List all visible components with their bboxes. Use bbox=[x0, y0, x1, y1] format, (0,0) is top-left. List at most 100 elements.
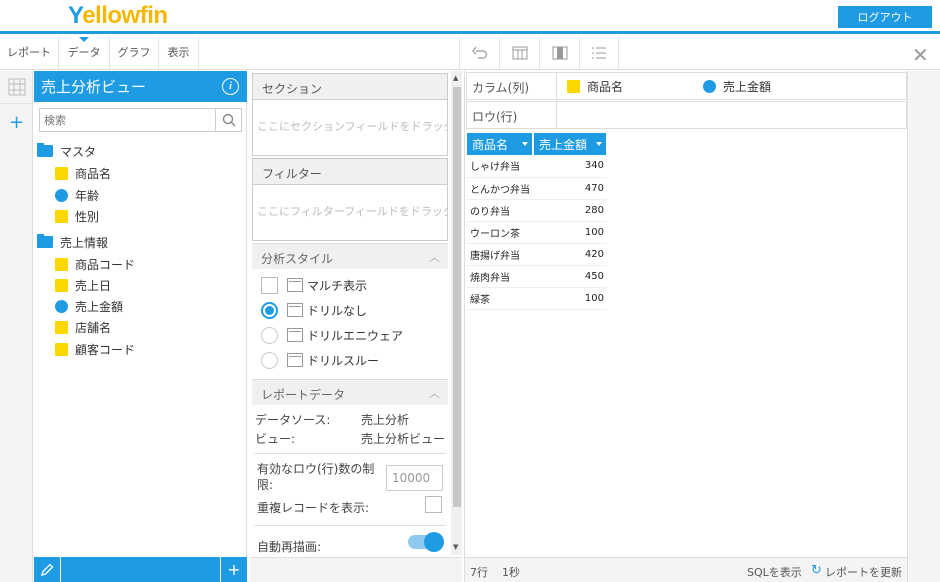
report-table: 商品名 売上金額 しゃけ弁当 340 とんかつ弁当 470 のり弁当 280 ウーロン… bbox=[467, 133, 608, 310]
grid-view-icon[interactable] bbox=[0, 71, 33, 104]
folder-icon bbox=[37, 234, 53, 248]
drill-through-label: ドリルスルー bbox=[307, 353, 380, 368]
edit-icon[interactable] bbox=[34, 557, 61, 582]
tab-data[interactable]: データ bbox=[59, 37, 110, 69]
info-icon[interactable]: i bbox=[222, 78, 239, 95]
table-row[interactable]: 唐揚げ弁当 420 bbox=[467, 243, 607, 266]
column-chip-sales-amount[interactable]: 売上金額 bbox=[703, 78, 771, 95]
multi-display-checkbox[interactable] bbox=[261, 276, 278, 294]
elapsed-time: 1秒 bbox=[502, 566, 520, 579]
field-item-sales-date[interactable]: 売上日 bbox=[55, 275, 111, 295]
dimension-icon bbox=[55, 166, 68, 180]
dropdown-caret-icon[interactable] bbox=[596, 142, 602, 146]
field-item-sales-amount[interactable]: 売上金額 bbox=[55, 296, 123, 316]
column-header-label: 商品名 bbox=[472, 137, 509, 152]
filter-dropzone[interactable]: ここにフィルターフィールドをドラッグ bbox=[252, 185, 448, 241]
report-data-label: レポートデータ bbox=[261, 388, 346, 402]
logout-button[interactable]: ログアウト bbox=[838, 6, 932, 28]
field-item-age[interactable]: 年齢 bbox=[55, 185, 99, 205]
table-row[interactable]: ウーロン茶 100 bbox=[467, 221, 607, 244]
drill-none-option[interactable]: ドリルなし bbox=[261, 300, 367, 320]
field-label: 性別 bbox=[75, 209, 100, 224]
close-icon[interactable]: ✕ bbox=[912, 43, 929, 67]
table-cell: 420 bbox=[533, 243, 607, 266]
table-row[interactable]: とんかつ弁当 470 bbox=[467, 177, 607, 200]
scroll-down-icon[interactable]: ▼ bbox=[453, 543, 458, 551]
table-layout-icon[interactable] bbox=[499, 37, 539, 69]
folder-label: マスタ bbox=[60, 144, 97, 159]
section-dropzone[interactable]: ここにセクションフィールドをドラッグ bbox=[252, 100, 448, 156]
config-scrollbar[interactable]: ▲ ▼ bbox=[451, 71, 462, 555]
dimension-icon bbox=[55, 320, 68, 334]
auto-redraw-toggle[interactable] bbox=[408, 532, 444, 552]
table-row[interactable]: しゃけ弁当 340 bbox=[467, 155, 607, 178]
tab-report[interactable]: レポート bbox=[0, 37, 59, 69]
column-header[interactable]: 売上金額 bbox=[533, 133, 608, 155]
field-item-gender[interactable]: 性別 bbox=[55, 206, 99, 226]
field-item-store-name[interactable]: 店舗名 bbox=[55, 317, 111, 337]
column-header[interactable]: 商品名 bbox=[467, 133, 534, 155]
field-item-product-code[interactable]: 商品コード bbox=[55, 254, 135, 274]
panel-layout-icon[interactable] bbox=[539, 37, 579, 69]
add-field-icon[interactable]: + bbox=[220, 557, 247, 582]
divider bbox=[254, 525, 446, 526]
drill-none-icon bbox=[287, 303, 303, 317]
tab-chart[interactable]: グラフ bbox=[110, 37, 159, 69]
table-cell: 100 bbox=[533, 221, 607, 244]
view-header: 売上分析ビュー i bbox=[34, 71, 247, 102]
show-duplicates-label: 重複レコードを表示: bbox=[257, 501, 370, 515]
drill-anywhere-option[interactable]: ドリルエニウェア bbox=[261, 325, 403, 345]
tab-display[interactable]: 表示 bbox=[159, 37, 199, 69]
drill-through-radio[interactable] bbox=[261, 351, 278, 369]
drill-anywhere-radio[interactable] bbox=[261, 326, 278, 344]
analysis-style-header[interactable]: 分析スタイル ︿ bbox=[252, 243, 448, 269]
dimension-icon bbox=[55, 342, 68, 356]
report-data-header[interactable]: レポートデータ ︿ bbox=[252, 379, 448, 405]
section-header: セクション bbox=[252, 73, 448, 100]
folder-sales-info[interactable]: 売上情報 bbox=[37, 232, 108, 252]
add-icon[interactable]: + bbox=[0, 106, 33, 139]
report-area: カラム(列) 商品名 売上金額 ロウ(行) 商品名 売上金額 しゃけ弁当 340 … bbox=[464, 71, 908, 582]
field-search bbox=[39, 108, 242, 132]
metric-icon bbox=[703, 80, 716, 93]
yellowfin-logo: Yellowfin bbox=[68, 2, 168, 29]
drill-through-option[interactable]: ドリルスルー bbox=[261, 350, 379, 370]
list-format-icon[interactable] bbox=[579, 37, 619, 69]
field-label: 商品名 bbox=[75, 166, 112, 181]
column-chip-product-name[interactable]: 商品名 bbox=[567, 78, 623, 95]
show-sql-link[interactable]: SQLを表示 bbox=[747, 564, 802, 580]
search-icon[interactable] bbox=[215, 109, 241, 131]
refresh-report-link[interactable]: レポートを更新 bbox=[825, 564, 902, 580]
metric-icon bbox=[55, 188, 68, 202]
dropdown-caret-icon[interactable] bbox=[522, 142, 528, 146]
columns-dropzone[interactable]: カラム(列) 商品名 売上金額 bbox=[466, 72, 907, 100]
rows-dropzone[interactable]: ロウ(行) bbox=[466, 101, 907, 129]
analysis-style-label: 分析スタイル bbox=[261, 252, 334, 266]
table-row[interactable]: 焼肉弁当 450 bbox=[467, 265, 607, 288]
scroll-thumb[interactable] bbox=[453, 87, 461, 507]
table-cell: 緑茶 bbox=[467, 287, 533, 310]
chevron-up-icon: ︿ bbox=[429, 251, 440, 264]
table-cell: 焼肉弁当 bbox=[467, 265, 533, 288]
show-duplicates-checkbox[interactable] bbox=[425, 496, 442, 513]
drill-none-radio[interactable] bbox=[261, 301, 278, 319]
column-header-label: 売上金額 bbox=[539, 137, 588, 152]
refresh-icon[interactable]: ↻ bbox=[811, 563, 822, 578]
field-item-product-name[interactable]: 商品名 bbox=[55, 163, 111, 183]
search-input[interactable] bbox=[40, 109, 216, 131]
metric-icon bbox=[55, 299, 68, 313]
view-value: 売上分析ビュー bbox=[361, 432, 446, 446]
undo-icon[interactable] bbox=[459, 37, 499, 69]
table-cell: しゃけ弁当 bbox=[467, 155, 533, 178]
folder-master[interactable]: マスタ bbox=[37, 141, 96, 161]
scroll-up-icon[interactable]: ▲ bbox=[453, 74, 458, 82]
field-label: 売上日 bbox=[75, 278, 112, 293]
max-rows-input[interactable]: 10000 bbox=[386, 465, 443, 491]
table-row[interactable]: のり弁当 280 bbox=[467, 199, 607, 222]
field-label: 商品コード bbox=[75, 257, 136, 272]
field-item-customer-code[interactable]: 顧客コード bbox=[55, 339, 135, 359]
multi-display-option[interactable]: マルチ表示 bbox=[261, 275, 367, 295]
table-row[interactable]: 緑茶 100 bbox=[467, 287, 607, 310]
drill-anywhere-label: ドリルエニウェア bbox=[307, 328, 404, 343]
left-icon-strip: + bbox=[0, 71, 33, 582]
